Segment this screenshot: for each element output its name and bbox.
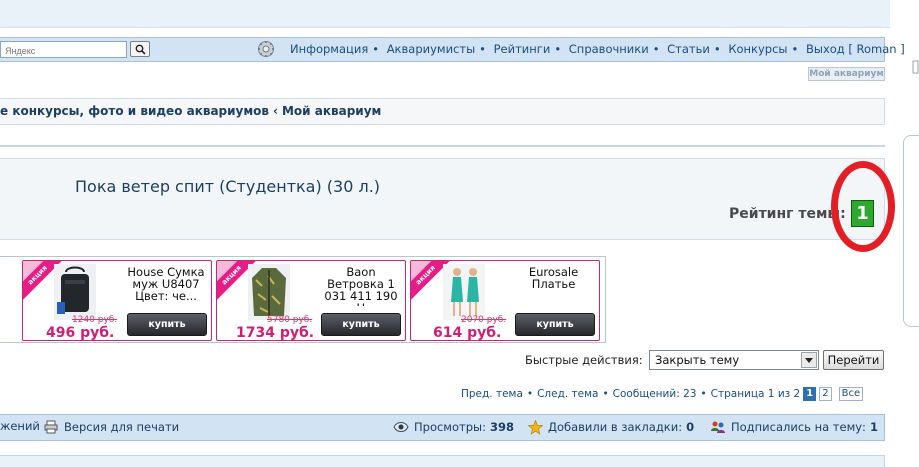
printer-icon <box>43 419 59 435</box>
thread-title: Пока ветер спит (Студентка) (30 л.) <box>75 177 381 196</box>
page-1-button[interactable]: 1 <box>803 387 817 401</box>
prev-thread-link[interactable]: Пред. тема <box>461 388 523 400</box>
go-button[interactable]: Перейти <box>823 350 884 370</box>
menu-separator: • <box>713 42 721 56</box>
menu-aquarists[interactable]: Аквариумисты <box>387 42 475 56</box>
my-aquarium-button[interactable]: Мой аквариум <box>808 67 885 81</box>
bookmarks-stat: Добавили в закладки: 0 <box>527 419 694 435</box>
views-stat: Просмотры: 398 <box>393 419 514 435</box>
settings-gear-icon[interactable] <box>256 39 276 59</box>
ad-old-price: 2070 руб. <box>461 315 507 325</box>
tool-label: жений <box>0 419 40 433</box>
star-icon <box>527 419 543 435</box>
pager-separator: • <box>602 388 609 400</box>
yandex-search-input[interactable] <box>0 41 127 58</box>
bookmarks-label: Добавили в закладки: <box>548 420 683 434</box>
subscribers-label: Подписались на тему: <box>731 420 866 434</box>
ad-price: 1734 руб. <box>236 325 315 341</box>
menu-separator: • <box>372 42 380 56</box>
dress-product-image <box>443 264 485 320</box>
pager-separator: • <box>526 388 534 400</box>
breadcrumb-item-my-aquarium[interactable]: Мой аквариум <box>282 104 381 118</box>
ad-buy-button[interactable]: купить <box>515 313 595 336</box>
bag-product-image <box>54 264 96 320</box>
user-bracket-close: ] <box>900 42 905 56</box>
page-indicator: Страница 1 из 2 <box>710 388 801 400</box>
breadcrumb-separator: ‹ <box>273 104 278 118</box>
thread-rating-badge: 1 <box>851 200 874 227</box>
ad-product-name: Eurosale Платье <box>511 266 596 290</box>
ad-product-name: House Сумка муж U8407 Цвет: че... <box>121 266 211 302</box>
print-label: Версия для печати <box>64 420 180 434</box>
ad-buy-button[interactable]: купить <box>127 313 207 336</box>
breadcrumb-item-contests[interactable]: е конкурсы, фото и видео аквариумов <box>0 104 269 118</box>
eye-icon <box>393 419 409 435</box>
breadcrumb: е конкурсы, фото и видео аквариумов ‹ Мой … <box>0 104 381 118</box>
thread-header-panel <box>0 158 885 240</box>
ad-price: 614 руб. <box>433 325 502 341</box>
menu-separator: • <box>652 42 660 56</box>
ad-name-line: 031 411 190 <box>324 289 398 303</box>
menu-info[interactable]: Информация <box>290 42 368 56</box>
main-menu: Информация • Аквариумисты • Рейтинги • Спра… <box>290 42 905 56</box>
ad-name-line: Платье <box>531 277 576 290</box>
top-strip <box>0 0 890 28</box>
menu-ratings[interactable]: Рейтинги <box>494 42 551 56</box>
ad-product-name: Baon Ветровка 1 031 411 190 Ц <box>317 266 405 306</box>
tool-item-cut[interactable]: жений <box>0 419 40 433</box>
thread-pager: Пред. тема • След. тема • Сообщений: 23 • С… <box>461 387 864 401</box>
ad-card[interactable]: акция House Сумка муж U8407 Цвет: че... … <box>22 260 212 341</box>
username-link[interactable]: Roman <box>857 42 897 56</box>
jacket-product-image <box>248 264 290 320</box>
bottom-bar <box>0 455 885 467</box>
subscribers-stat: Подписались на тему: 1 <box>710 419 878 435</box>
post-count: Сообщений: 23 <box>612 388 697 400</box>
menu-separator: • <box>554 42 562 56</box>
users-icon <box>710 419 726 435</box>
menu-articles[interactable]: Статьи <box>667 42 710 56</box>
search-button[interactable] <box>130 41 150 57</box>
ad-card[interactable]: акция Eurosale Платье 2070 руб. 614 руб.… <box>410 260 600 341</box>
ad-price: 496 руб. <box>46 325 115 341</box>
next-thread-link[interactable]: След. тема <box>537 388 598 400</box>
menu-separator: • <box>791 42 799 56</box>
views-value: 398 <box>489 420 514 434</box>
quick-actions-label: Быстрые действия: <box>525 353 643 367</box>
menu-contests[interactable]: Конкурсы <box>728 42 787 56</box>
divider <box>0 145 885 147</box>
ad-card[interactable]: акция Baon Ветровка 1 031 411 190 Ц 5780… <box>216 260 406 341</box>
chevron-down-icon[interactable] <box>801 352 817 368</box>
side-panel-tab[interactable] <box>903 135 919 327</box>
menu-reference[interactable]: Справочники <box>569 42 649 56</box>
pager-separator: • <box>700 388 707 400</box>
subscribers-value: 1 <box>869 420 878 434</box>
ad-name-line: Цвет: че... <box>135 289 197 302</box>
thread-rating-label: Рейтинг темы: <box>729 206 846 222</box>
menu-separator: • <box>479 42 486 56</box>
user-bracket-open: [ <box>848 42 853 56</box>
scroll-marker-icon <box>912 60 919 74</box>
all-pages-button[interactable]: Все <box>838 387 864 401</box>
bookmarks-value: 0 <box>686 420 695 434</box>
quick-actions-selected-value: Закрыть тему <box>655 353 740 367</box>
quick-actions-select[interactable]: Закрыть тему <box>649 350 819 370</box>
ad-buy-button[interactable]: купить <box>321 313 401 336</box>
page-2-button[interactable]: 2 <box>819 387 832 401</box>
ad-old-price: 5780 руб. <box>267 315 313 325</box>
search-icon <box>135 44 146 55</box>
ad-old-price: 1240 руб. <box>72 315 118 325</box>
logout-link[interactable]: Выход <box>806 42 845 56</box>
print-version-link[interactable]: Версия для печати <box>43 419 179 435</box>
views-label: Просмотры: <box>414 420 486 434</box>
